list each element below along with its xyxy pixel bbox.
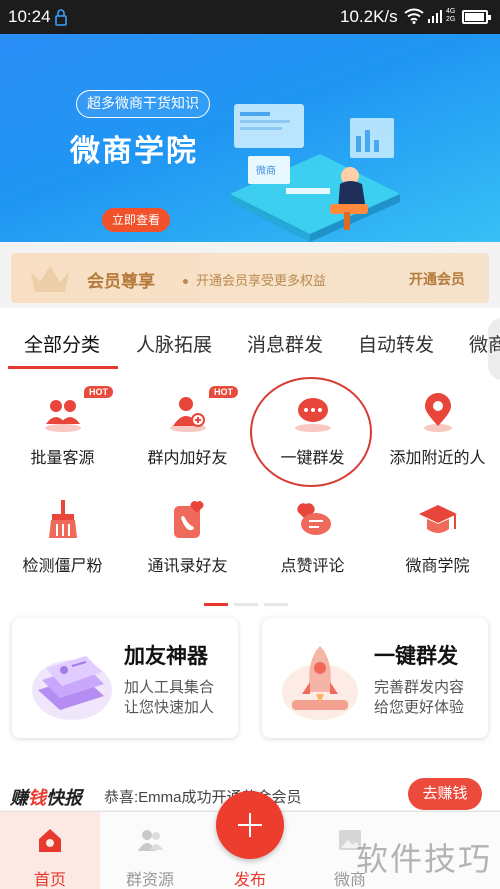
nav-groups[interactable]: 群资源 xyxy=(100,812,200,889)
crown-icon xyxy=(31,266,69,292)
grid-item-bulk-leads[interactable]: HOT 批量客源 xyxy=(0,386,125,492)
category-tabs: 全部分类 人脉拓展 消息群发 自动转发 微商 xyxy=(0,320,500,370)
tab-contacts[interactable]: 人脉拓展 xyxy=(136,330,212,357)
tab-auto-forward[interactable]: 自动转发 xyxy=(358,330,434,357)
news-brand: 赚钱快报 xyxy=(10,788,82,808)
grid-item-label: 群内加好友 xyxy=(147,450,228,467)
banner-tag: 超多微商干货知识 xyxy=(76,90,210,118)
active-tab-indicator xyxy=(8,366,118,369)
signal-icon xyxy=(428,10,442,23)
like-comment-icon xyxy=(297,503,331,535)
graduation-cap-icon xyxy=(419,505,457,533)
office-illustration: 微商 xyxy=(230,104,400,242)
grid-item-label: 通讯录好友 xyxy=(147,558,228,575)
open-membership-button[interactable]: 开通会员 xyxy=(409,269,465,289)
tab-mass-message[interactable]: 消息群发 xyxy=(247,330,323,357)
lock-icon xyxy=(55,9,67,26)
highlight-circle xyxy=(250,377,372,487)
grid-item-contacts-friends[interactable]: 通讯录好友 xyxy=(125,500,250,600)
grid-item-like-comment[interactable]: 点赞评论 xyxy=(250,500,375,600)
card-title: 加友神器 xyxy=(124,645,208,668)
card-one-click-broadcast[interactable]: 一键群发 完善群发内容 给您更好体验 xyxy=(262,618,488,738)
hot-badge: HOT xyxy=(84,386,113,398)
grid-item-academy[interactable]: 微商学院 xyxy=(375,500,500,600)
nav-label: 首页 xyxy=(33,872,66,889)
member-title: 会员尊享 xyxy=(87,272,155,291)
rocket-icon xyxy=(282,646,358,720)
promo-banner[interactable]: 微商 超多微商干货知识 微商学院 立即查看 xyxy=(0,34,500,242)
id-cards-icon xyxy=(32,656,112,720)
tab-all-categories[interactable]: 全部分类 xyxy=(24,330,100,357)
publish-plus-button[interactable] xyxy=(216,791,284,859)
grid-item-nearby-people[interactable]: 添加附近的人 xyxy=(375,392,500,492)
grid-item-label: 微商学院 xyxy=(405,558,470,575)
location-pin-icon xyxy=(424,393,452,432)
screen-text: 微商 xyxy=(256,164,276,177)
banner-title: 微商学院 xyxy=(70,135,198,168)
pager-dot-active[interactable] xyxy=(204,603,228,606)
go-earn-button[interactable]: 去赚钱 xyxy=(408,778,482,810)
grid-item-label: 检测僵尸粉 xyxy=(22,558,103,575)
hot-badge: HOT xyxy=(209,386,238,398)
member-bar[interactable]: 会员尊享 开通会员享受更多权益 开通会员 xyxy=(11,253,489,303)
view-now-button[interactable]: 立即查看 xyxy=(102,208,170,232)
card-subtitle: 完善群发内容 给您更好体验 xyxy=(374,679,465,716)
battery-icon xyxy=(462,10,491,24)
nav-home[interactable]: 首页 xyxy=(0,812,100,889)
nav-label: 群资源 xyxy=(125,872,174,889)
network-type: 4G 2G xyxy=(446,8,456,23)
grid-item-label: 添加附近的人 xyxy=(389,450,486,467)
pager-dot[interactable] xyxy=(264,603,288,606)
phone-book-icon xyxy=(174,501,204,538)
status-time: 10:24 xyxy=(8,7,51,26)
home-icon xyxy=(39,829,61,852)
status-bar: 10:24 10.2K/s 4G 2G xyxy=(0,0,500,34)
grid-item-label: 点赞评论 xyxy=(280,558,345,575)
wifi-icon xyxy=(404,8,424,24)
add-user-icon xyxy=(170,397,206,432)
users-icon xyxy=(45,400,81,432)
member-desc: 开通会员享受更多权益 xyxy=(183,270,326,289)
tab-weishang[interactable]: 微商 xyxy=(469,330,500,357)
grid-item-group-add-friends[interactable]: HOT 群内加好友 xyxy=(125,386,250,492)
card-subtitle: 加人工具集合 让您快速加人 xyxy=(124,679,215,716)
network-speed: 10.2K/s xyxy=(340,7,398,26)
nav-publish-label[interactable]: 发布 xyxy=(216,866,284,889)
pager-dot[interactable] xyxy=(234,603,258,606)
grid-item-label: 批量客源 xyxy=(30,450,95,467)
card-title: 一键群发 xyxy=(374,645,458,668)
broom-icon xyxy=(49,500,77,538)
watermark-text: 软件技巧 xyxy=(356,841,493,877)
grid-item-zombie-check[interactable]: 检测僵尸粉 xyxy=(0,500,125,600)
card-add-friends-tool[interactable]: 加友神器 加人工具集合 让您快速加人 xyxy=(12,618,238,738)
group-icon xyxy=(138,830,163,851)
grid-pager xyxy=(204,593,294,611)
